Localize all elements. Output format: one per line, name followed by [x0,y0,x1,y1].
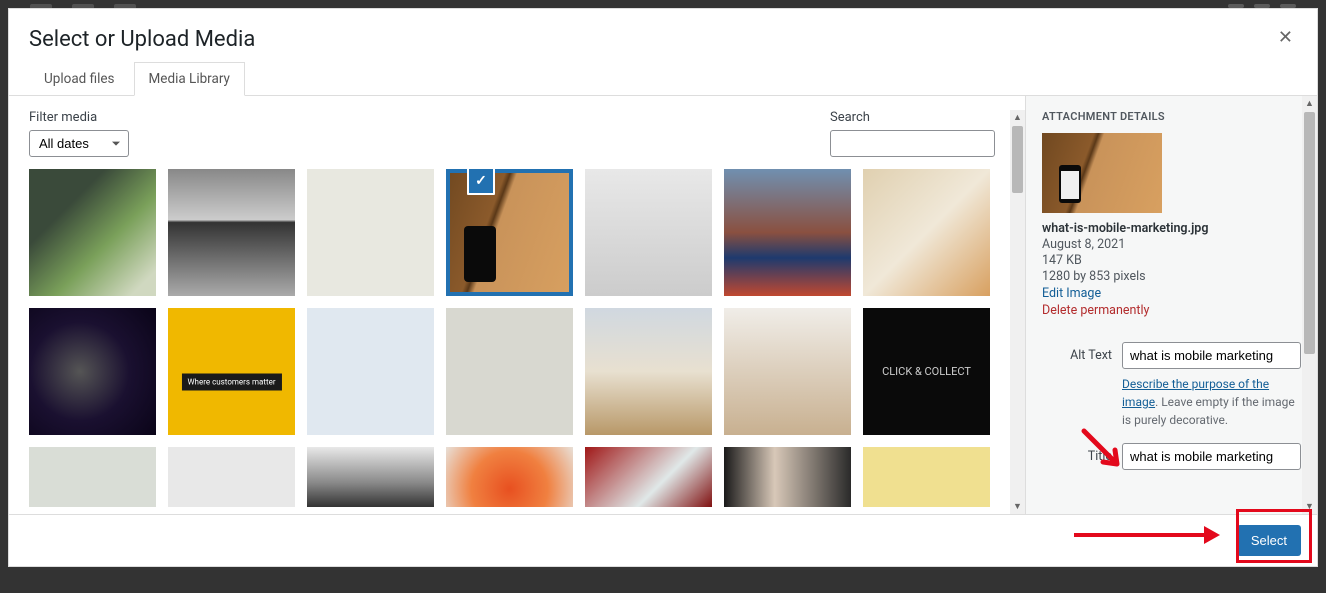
delete-link[interactable]: Delete permanently [1042,303,1301,318]
edit-image-link[interactable]: Edit Image [1042,286,1301,301]
media-item-click-collect[interactable]: CLICK & COLLECT [863,308,990,435]
media-item-laptop2[interactable] [307,447,434,507]
scrollbar-thumb[interactable] [1012,126,1023,193]
attachment-filename: what-is-mobile-marketing.jpg [1042,221,1301,236]
media-modal: Select or Upload Media ✕ Upload files Me… [8,8,1318,567]
attachment-dimensions: 1280 by 853 pixels [1042,269,1301,284]
search-input[interactable] [830,130,995,157]
modal-header: Select or Upload Media ✕ [9,9,1317,62]
media-item-money[interactable] [29,169,156,296]
tab-media-library[interactable]: Media Library [134,62,245,96]
media-item-yellow-sign[interactable] [168,308,295,435]
sidebar-scroll-up-icon[interactable]: ▲ [1305,98,1314,109]
tab-bar: Upload files Media Library [9,62,1317,96]
media-item-athlete[interactable] [724,169,851,296]
attachment-details-sidebar: ATTACHMENT DETAILS what-is-mobile-market… [1025,96,1317,514]
media-item-beach[interactable] [585,308,712,435]
media-item-laptop[interactable] [168,169,295,296]
media-item-phone-selected[interactable] [446,169,573,296]
search-media-label: Search [830,110,995,125]
alt-help-text: Describe the purpose of the image. Leave… [1122,375,1301,429]
sidebar-scrollbar-thumb[interactable] [1304,112,1315,354]
media-item-pins[interactable] [307,308,434,435]
media-grid-wrap: CLICK & COLLECT [29,169,1011,514]
attachment-preview [1042,133,1162,213]
media-item-mic[interactable] [29,308,156,435]
grid-scrollbar[interactable]: ▲ ▼ [1010,110,1025,514]
scroll-down-icon[interactable]: ▼ [1013,501,1022,512]
modal-footer: Select [9,514,1317,566]
media-item-audience[interactable] [446,308,573,435]
sidebar-scroll-down-icon[interactable]: ▼ [1305,501,1314,512]
scroll-up-icon[interactable]: ▲ [1013,112,1022,123]
close-icon[interactable]: ✕ [1274,27,1297,48]
content-area: Filter media All dates Search [9,96,1317,514]
media-item-bag[interactable] [724,308,851,435]
media-item-pencils[interactable] [168,447,295,507]
media-item-sticky[interactable] [863,447,990,507]
title-label: Title [1042,443,1112,464]
details-heading: ATTACHMENT DETAILS [1042,110,1301,123]
media-item-desk[interactable] [863,169,990,296]
attachment-date: August 8, 2021 [1042,237,1301,252]
media-item-seo[interactable] [585,169,712,296]
library-pane: Filter media All dates Search [9,96,1025,514]
filter-date-select[interactable]: All dates [29,130,129,157]
sidebar-scrollbar[interactable]: ▲ ▼ [1302,96,1317,514]
alt-text-input[interactable] [1122,342,1301,369]
media-grid: CLICK & COLLECT [29,169,1011,514]
attachment-filesize: 147 KB [1042,253,1301,268]
select-button[interactable]: Select [1237,525,1301,556]
media-item-face[interactable] [724,447,851,507]
search-media-group: Search [830,110,995,157]
filter-media-group: Filter media All dates [29,110,129,157]
library-toolbar: Filter media All dates Search [29,110,1011,157]
media-item-legs[interactable] [29,447,156,507]
media-item-red[interactable] [585,447,712,507]
modal-title: Select or Upload Media [29,27,255,52]
filter-media-label: Filter media [29,110,129,125]
alt-text-label: Alt Text [1042,342,1112,363]
title-input[interactable] [1122,443,1301,470]
annotation-arrow-select-icon [1074,528,1229,542]
media-item-citrus[interactable] [446,447,573,507]
media-item-whiteboard[interactable] [307,169,434,296]
attachment-form: Alt Text Describe the purpose of the ima… [1042,342,1301,470]
tab-upload-files[interactable]: Upload files [29,62,130,96]
